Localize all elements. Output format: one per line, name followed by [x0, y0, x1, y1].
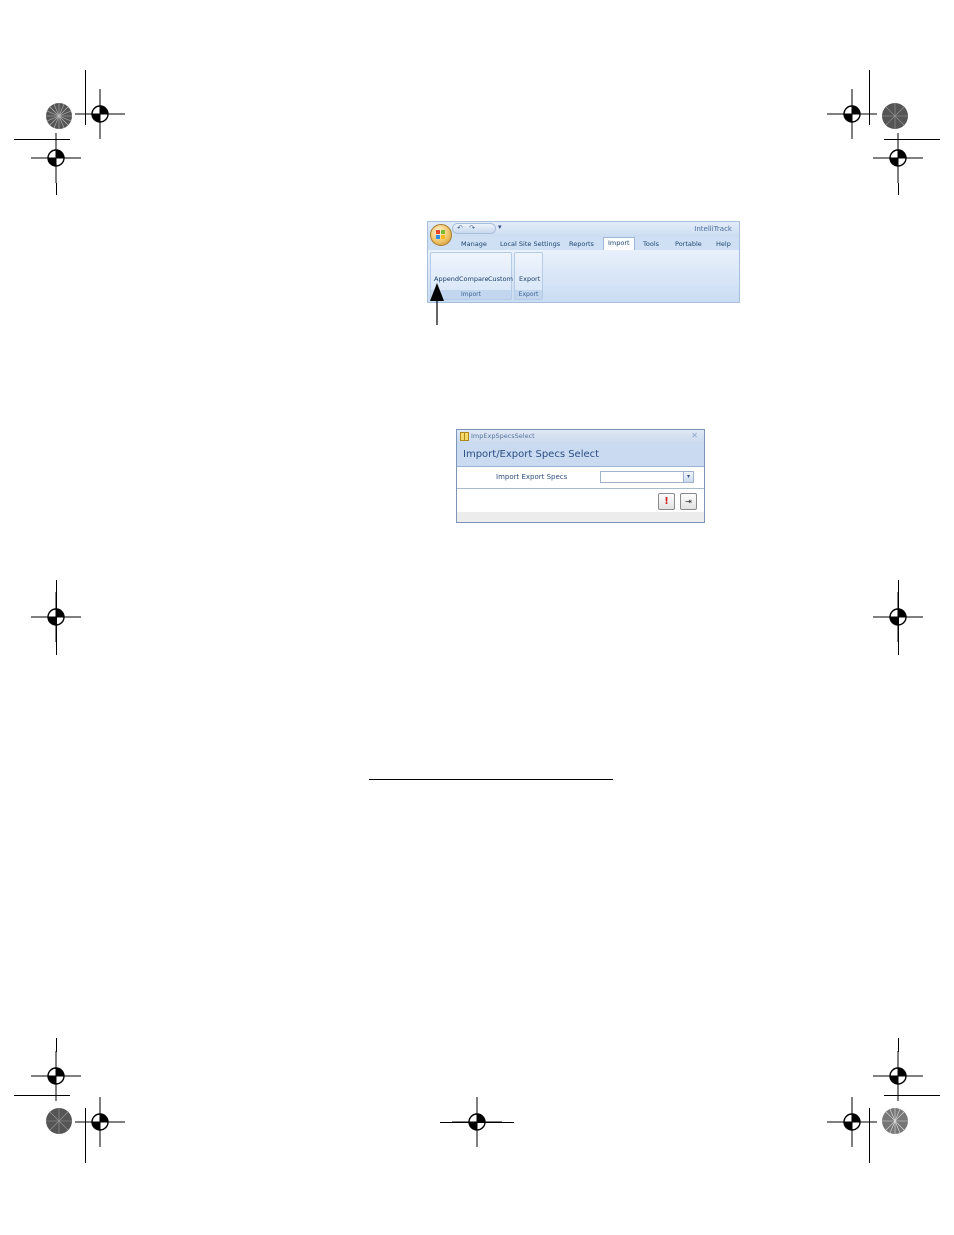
- registration-mark-icon: [873, 133, 923, 183]
- tab-help[interactable]: Help: [716, 238, 731, 250]
- export-button[interactable]: Export: [519, 275, 540, 283]
- office-orb-icon[interactable]: [430, 224, 452, 246]
- dialog-footer: [457, 512, 704, 522]
- tab-import[interactable]: Import: [603, 237, 635, 250]
- custom-button[interactable]: Custom: [488, 275, 513, 283]
- dialog-button-bar: ! ⇥: [457, 489, 704, 512]
- form-icon: [460, 432, 469, 441]
- tab-local-site-settings[interactable]: Local Site Settings: [500, 238, 560, 250]
- ribbon-tabs: Manage Local Site Settings Reports Impor…: [452, 237, 739, 250]
- quick-access-toolbar[interactable]: ↶ ↷: [452, 223, 496, 234]
- sunburst-mark-icon: [881, 1107, 909, 1135]
- registration-mark-icon: [31, 592, 81, 642]
- tab-reports[interactable]: Reports: [569, 238, 594, 250]
- customize-toolbar-icon[interactable]: ▾: [498, 223, 502, 231]
- registration-mark-icon: [873, 1051, 923, 1101]
- export-group: Export Export: [514, 252, 543, 300]
- sunburst-mark-icon: [881, 102, 909, 130]
- registration-mark-icon: [75, 1097, 125, 1147]
- sunburst-mark-icon: [45, 1107, 73, 1135]
- callout-arrow-icon: [428, 283, 446, 325]
- registration-mark-icon: [75, 89, 125, 139]
- dialog-window-title: ImpExpSpecsSelect: [471, 432, 535, 440]
- tab-tools[interactable]: Tools: [643, 238, 659, 250]
- dialog-header: Import/Export Specs Select: [457, 443, 704, 467]
- ribbon-body: Append Compare Custom Import Export Expo…: [428, 250, 739, 302]
- exit-button[interactable]: ⇥: [680, 493, 697, 510]
- ribbon-title-bar: ↶ ↷ ▾ IntelliTrack: [428, 222, 739, 237]
- app-title: IntelliTrack: [694, 225, 732, 233]
- registration-mark-icon: [873, 592, 923, 642]
- tab-manage[interactable]: Manage: [461, 238, 487, 250]
- import-export-specs-combo[interactable]: ▾: [600, 471, 694, 483]
- export-group-label: Export: [515, 290, 542, 299]
- append-button[interactable]: Append: [434, 275, 459, 283]
- close-icon[interactable]: ✕: [691, 431, 698, 440]
- ribbon-screenshot: ↶ ↷ ▾ IntelliTrack Manage Local Site Set…: [427, 221, 740, 303]
- dialog-title-bar: ImpExpSpecsSelect ✕: [457, 430, 704, 443]
- dropdown-arrow-icon[interactable]: ▾: [683, 472, 693, 482]
- compare-button[interactable]: Compare: [459, 275, 489, 283]
- dialog-heading: Import/Export Specs Select: [463, 449, 600, 460]
- footnote-rule: [369, 779, 613, 780]
- tab-portable[interactable]: Portable: [675, 238, 702, 250]
- sunburst-mark-icon: [45, 102, 73, 130]
- import-export-specs-label: Import Export Specs: [496, 473, 568, 481]
- dialog-body: Import Export Specs ▾: [457, 467, 704, 489]
- registration-mark-icon: [31, 1051, 81, 1101]
- impexp-specs-dialog: ImpExpSpecsSelect ✕ Import/Export Specs …: [456, 429, 705, 523]
- run-button[interactable]: !: [658, 493, 675, 510]
- registration-mark-icon: [31, 133, 81, 183]
